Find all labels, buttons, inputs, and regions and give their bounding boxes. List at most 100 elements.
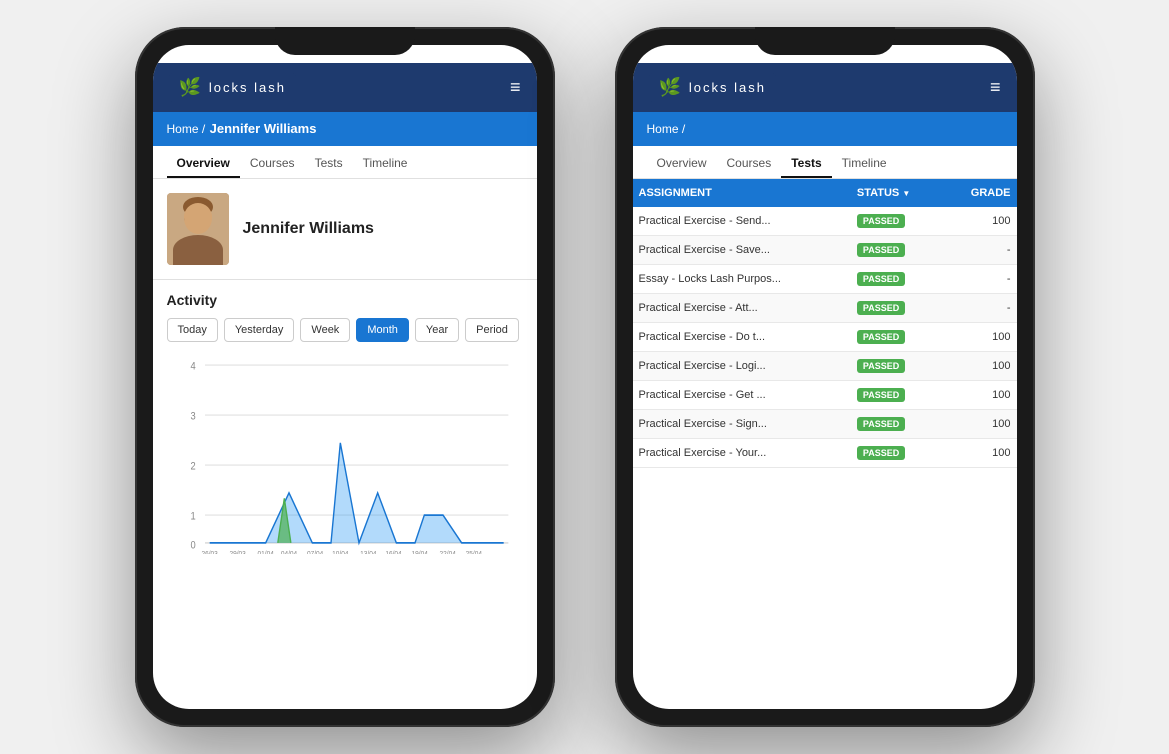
passed-badge-8: PASSED: [857, 446, 905, 460]
tabs-left: Overview Courses Tests Timeline: [153, 146, 537, 179]
svg-text:26/03: 26/03: [201, 550, 217, 554]
svg-text:2: 2: [190, 461, 195, 473]
tab-timeline-left[interactable]: Timeline: [353, 146, 418, 178]
tab-overview-right[interactable]: Overview: [647, 146, 717, 178]
activity-buttons: Today Yesterday Week Month Year Period: [167, 318, 523, 342]
tab-courses-right[interactable]: Courses: [717, 146, 782, 178]
table-row: Essay - Locks Lash Purpos... PASSED -: [633, 265, 1017, 294]
phone-right: 🌿 locks lash ≡ Home / Overview Courses T…: [615, 27, 1035, 727]
table-row: Practical Exercise - Att... PASSED -: [633, 294, 1017, 323]
table-row: Practical Exercise - Your... PASSED 100: [633, 439, 1017, 468]
tests-header-row: ASSIGNMENT STATUS ▼ GRADE: [633, 179, 1017, 207]
passed-badge-2: PASSED: [857, 272, 905, 286]
activity-section: Activity Today Yesterday Week Month Year…: [153, 280, 537, 709]
tab-tests-left[interactable]: Tests: [305, 146, 353, 178]
passed-badge-1: PASSED: [857, 243, 905, 257]
svg-text:19/04: 19/04: [411, 550, 427, 554]
passed-badge-4: PASSED: [857, 330, 905, 344]
svg-text:07/04: 07/04: [306, 550, 322, 554]
logo-left: 🌿 locks lash: [169, 73, 297, 102]
tab-tests-right[interactable]: Tests: [781, 146, 831, 178]
phone-left: 🌿 locks lash ≡ Home / Jennifer Williams …: [135, 27, 555, 727]
header-assignment: ASSIGNMENT: [633, 179, 851, 207]
btn-period[interactable]: Period: [465, 318, 519, 342]
tab-courses-left[interactable]: Courses: [240, 146, 305, 178]
passed-badge-0: PASSED: [857, 214, 905, 228]
cell-grade-0: 100: [943, 207, 1016, 236]
passed-badge-5: PASSED: [857, 359, 905, 373]
logo-text-left: locks lash: [209, 80, 286, 95]
cell-assignment-0: Practical Exercise - Send...: [633, 207, 851, 236]
logo-text-right: locks lash: [689, 80, 766, 95]
cell-assignment-1: Practical Exercise - Save...: [633, 236, 851, 265]
tests-content: ASSIGNMENT STATUS ▼ GRADE Practical Exer…: [633, 179, 1017, 709]
cell-status-0: PASSED: [851, 207, 943, 236]
passed-badge-6: PASSED: [857, 388, 905, 402]
table-row: Practical Exercise - Send... PASSED 100: [633, 207, 1017, 236]
chart-container: 4 3 2 1 0 26/03: [167, 354, 523, 554]
svg-text:0: 0: [190, 540, 195, 552]
cell-status-1: PASSED: [851, 236, 943, 265]
btn-today[interactable]: Today: [167, 318, 218, 342]
cell-status-6: PASSED: [851, 381, 943, 410]
passed-badge-7: PASSED: [857, 417, 905, 431]
cell-grade-5: 100: [943, 352, 1016, 381]
tests-table-body: Practical Exercise - Send... PASSED 100 …: [633, 207, 1017, 468]
cell-grade-7: 100: [943, 410, 1016, 439]
top-bar-right: 🌿 locks lash ≡: [633, 63, 1017, 112]
status-filter-icon[interactable]: ▼: [902, 189, 910, 198]
cell-assignment-6: Practical Exercise - Get ...: [633, 381, 851, 410]
cell-grade-1: -: [943, 236, 1016, 265]
hamburger-left[interactable]: ≡: [510, 77, 521, 98]
table-row: Practical Exercise - Logi... PASSED 100: [633, 352, 1017, 381]
cell-status-7: PASSED: [851, 410, 943, 439]
logo-icon-right: 🌿: [659, 77, 681, 98]
table-row: Practical Exercise - Save... PASSED -: [633, 236, 1017, 265]
phone-right-screen: 🌿 locks lash ≡ Home / Overview Courses T…: [633, 45, 1017, 709]
btn-month[interactable]: Month: [356, 318, 409, 342]
breadcrumb-home-left: Home /: [167, 122, 206, 136]
cell-grade-6: 100: [943, 381, 1016, 410]
tab-timeline-right[interactable]: Timeline: [832, 146, 897, 178]
cell-assignment-3: Practical Exercise - Att...: [633, 294, 851, 323]
svg-text:25/04: 25/04: [465, 550, 481, 554]
cell-status-5: PASSED: [851, 352, 943, 381]
svg-text:4: 4: [190, 361, 195, 373]
svg-text:1: 1: [190, 511, 195, 523]
profile-name: Jennifer Williams: [243, 220, 374, 238]
header-grade: GRADE: [943, 179, 1016, 207]
table-row: Practical Exercise - Get ... PASSED 100: [633, 381, 1017, 410]
cell-assignment-7: Practical Exercise - Sign...: [633, 410, 851, 439]
hamburger-right[interactable]: ≡: [990, 77, 1001, 98]
cell-assignment-4: Practical Exercise - Do t...: [633, 323, 851, 352]
cell-status-2: PASSED: [851, 265, 943, 294]
tab-overview-left[interactable]: Overview: [167, 146, 240, 178]
tests-table: ASSIGNMENT STATUS ▼ GRADE Practical Exer…: [633, 179, 1017, 468]
svg-text:22/04: 22/04: [439, 550, 455, 554]
phone-left-screen: 🌿 locks lash ≡ Home / Jennifer Williams …: [153, 45, 537, 709]
table-row: Practical Exercise - Do t... PASSED 100: [633, 323, 1017, 352]
top-bar-left: 🌿 locks lash ≡: [153, 63, 537, 112]
cell-grade-2: -: [943, 265, 1016, 294]
cell-grade-3: -: [943, 294, 1016, 323]
passed-badge-3: PASSED: [857, 301, 905, 315]
svg-text:3: 3: [190, 411, 195, 423]
svg-text:16/04: 16/04: [385, 550, 401, 554]
logo-right: 🌿 locks lash: [649, 73, 777, 102]
tests-table-header: ASSIGNMENT STATUS ▼ GRADE: [633, 179, 1017, 207]
btn-yesterday[interactable]: Yesterday: [224, 318, 295, 342]
cell-assignment-2: Essay - Locks Lash Purpos...: [633, 265, 851, 294]
cell-assignment-8: Practical Exercise - Your...: [633, 439, 851, 468]
svg-text:29/03: 29/03: [229, 550, 245, 554]
breadcrumb-bar-left: Home / Jennifer Williams: [153, 112, 537, 146]
cell-grade-8: 100: [943, 439, 1016, 468]
breadcrumb-bar-right: Home /: [633, 112, 1017, 146]
avatar-image: [167, 193, 229, 265]
cell-status-4: PASSED: [851, 323, 943, 352]
svg-text:04/04: 04/04: [280, 550, 296, 554]
cell-status-3: PASSED: [851, 294, 943, 323]
svg-text:10/04: 10/04: [332, 550, 348, 554]
btn-week[interactable]: Week: [300, 318, 350, 342]
btn-year[interactable]: Year: [415, 318, 459, 342]
logo-icon-left: 🌿: [179, 77, 201, 98]
